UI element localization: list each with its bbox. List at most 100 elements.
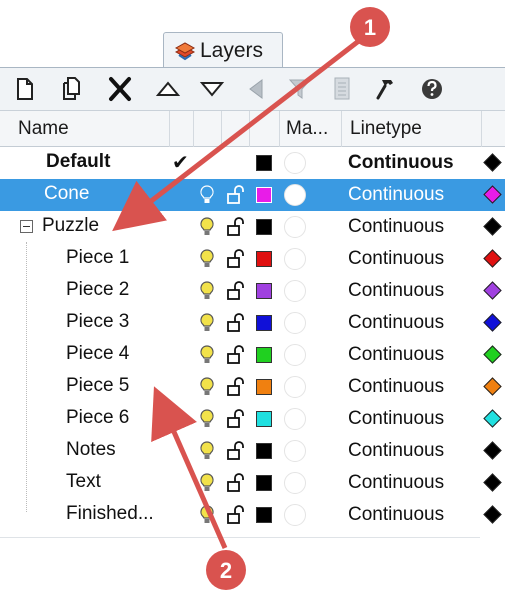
layer-name[interactable]: Piece 2 (66, 279, 129, 301)
unlocked-padlock-icon[interactable] (226, 249, 246, 269)
print-color-diamond-icon[interactable] (483, 441, 502, 460)
unlocked-padlock-icon[interactable] (226, 185, 246, 205)
lightbulb-icon[interactable] (200, 281, 214, 301)
print-color-diamond-icon[interactable] (483, 249, 502, 268)
layer-color-swatch[interactable] (256, 411, 272, 427)
lightbulb-icon[interactable] (200, 441, 214, 461)
print-color-diamond-icon[interactable] (483, 505, 502, 524)
unlocked-padlock-icon[interactable] (226, 281, 246, 301)
material-circle-icon[interactable] (284, 408, 306, 430)
lightbulb-icon[interactable] (200, 377, 214, 397)
layer-color-swatch[interactable] (256, 251, 272, 267)
layer-color-swatch[interactable] (256, 347, 272, 363)
lightbulb-icon[interactable] (200, 473, 214, 493)
current-layer-checkmark[interactable]: ✔ (172, 150, 189, 175)
lightbulb-icon[interactable] (200, 249, 214, 269)
unlocked-padlock-icon[interactable] (226, 409, 246, 429)
linetype-value[interactable]: Continuous (348, 376, 444, 398)
layer-name[interactable]: Piece 5 (66, 375, 129, 397)
material-circle-icon[interactable] (284, 312, 306, 334)
layer-row[interactable]: Piece 6 Continuous (0, 403, 505, 435)
layer-name[interactable]: Piece 4 (66, 343, 129, 365)
lightbulb-icon[interactable] (200, 217, 214, 237)
unlocked-padlock-icon[interactable] (226, 217, 246, 237)
layer-row[interactable]: Finished... Continuous (0, 499, 505, 531)
material-circle-icon[interactable] (284, 504, 306, 526)
layer-name[interactable]: Cone (44, 183, 89, 205)
delete-layer-button[interactable] (104, 74, 136, 104)
linetype-value[interactable]: Continuous (348, 280, 444, 302)
layer-row[interactable]: Piece 2 Continuous (0, 275, 505, 307)
unlocked-padlock-icon[interactable] (226, 377, 246, 397)
unlocked-padlock-icon[interactable] (226, 505, 246, 525)
linetype-value[interactable]: Continuous (348, 152, 454, 174)
layer-name[interactable]: Puzzle (42, 215, 99, 237)
print-color-diamond-icon[interactable] (483, 185, 502, 204)
new-layer-button[interactable] (8, 74, 40, 104)
column-material[interactable]: Ma... (280, 111, 342, 147)
help-button[interactable] (416, 74, 448, 104)
layer-color-swatch[interactable] (256, 379, 272, 395)
print-color-diamond-icon[interactable] (483, 153, 502, 172)
filter-button[interactable] (284, 74, 316, 104)
print-color-diamond-icon[interactable] (483, 281, 502, 300)
new-sublayer-button[interactable] (56, 74, 88, 104)
material-circle-icon[interactable] (284, 344, 306, 366)
column-color[interactable] (250, 111, 280, 147)
move-up-button[interactable] (152, 74, 184, 104)
layer-row[interactable]: Default ✔ Continuous (0, 147, 505, 179)
lightbulb-icon[interactable] (200, 409, 214, 429)
move-out-button[interactable] (240, 74, 272, 104)
linetype-value[interactable]: Continuous (348, 248, 444, 270)
print-color-diamond-icon[interactable] (483, 217, 502, 236)
layer-color-swatch[interactable] (256, 443, 272, 459)
material-circle-icon[interactable] (284, 376, 306, 398)
material-circle-icon[interactable] (284, 440, 306, 462)
print-color-diamond-icon[interactable] (483, 409, 502, 428)
tools-button[interactable] (370, 74, 402, 104)
lightbulb-icon[interactable] (200, 345, 214, 365)
layer-name[interactable]: Default (46, 151, 110, 173)
unlocked-padlock-icon[interactable] (226, 441, 246, 461)
lightbulb-icon[interactable] (200, 185, 214, 205)
column-name[interactable]: Name (0, 111, 170, 147)
layer-name[interactable]: Notes (66, 439, 116, 461)
column-linetype[interactable]: Linetype (342, 111, 482, 147)
unlocked-padlock-icon[interactable] (226, 345, 246, 365)
layer-row[interactable]: Notes Continuous (0, 435, 505, 467)
material-circle-icon[interactable] (284, 152, 306, 174)
print-color-diamond-icon[interactable] (483, 473, 502, 492)
layer-color-swatch[interactable] (256, 475, 272, 491)
linetype-value[interactable]: Continuous (348, 472, 444, 494)
print-color-diamond-icon[interactable] (483, 345, 502, 364)
column-lock[interactable] (222, 111, 250, 147)
layer-name[interactable]: Piece 3 (66, 311, 129, 333)
lightbulb-icon[interactable] (200, 505, 214, 525)
linetype-value[interactable]: Continuous (348, 312, 444, 334)
tab-layers[interactable]: Layers (163, 32, 283, 68)
unlocked-padlock-icon[interactable] (226, 473, 246, 493)
print-color-diamond-icon[interactable] (483, 313, 502, 332)
layer-row[interactable]: Text Continuous (0, 467, 505, 499)
layer-name[interactable]: Piece 6 (66, 407, 129, 429)
layer-color-swatch[interactable] (256, 507, 272, 523)
layer-name[interactable]: Text (66, 471, 101, 493)
linetype-value[interactable]: Continuous (348, 408, 444, 430)
layer-row[interactable]: Puzzle Continuous (0, 211, 505, 243)
layer-name[interactable]: Finished... (66, 503, 154, 525)
linetype-value[interactable]: Continuous (348, 440, 444, 462)
column-print-color[interactable] (482, 111, 505, 147)
linetype-value[interactable]: Continuous (348, 344, 444, 366)
layer-row[interactable]: Piece 3 Continuous (0, 307, 505, 339)
material-circle-icon[interactable] (284, 216, 306, 238)
layer-row[interactable]: Piece 5 Continuous (0, 371, 505, 403)
collapse-toggle-icon[interactable] (20, 220, 33, 233)
linetype-value[interactable]: Continuous (348, 216, 444, 238)
material-circle-icon[interactable] (284, 472, 306, 494)
layer-color-swatch[interactable] (256, 315, 272, 331)
lightbulb-icon[interactable] (200, 313, 214, 333)
unlocked-padlock-icon[interactable] (226, 313, 246, 333)
material-circle-icon[interactable] (284, 280, 306, 302)
layer-row[interactable]: Cone Continuous (0, 179, 505, 211)
layer-color-swatch[interactable] (256, 283, 272, 299)
